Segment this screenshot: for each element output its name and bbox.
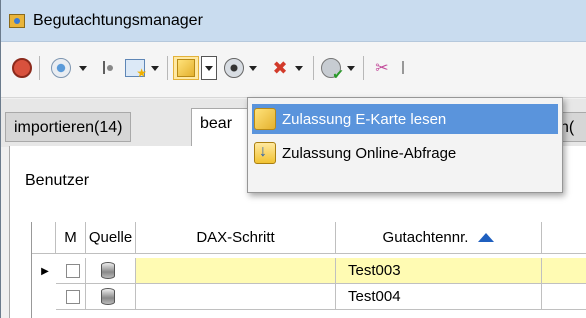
hide-dropdown-arrow[interactable] bbox=[293, 56, 305, 80]
menu-item-e-karte-lesen[interactable]: Zulassung E-Karte lesen bbox=[252, 104, 558, 134]
column-header-extra bbox=[542, 222, 586, 254]
toolbar-separator bbox=[39, 56, 40, 80]
view-icon[interactable] bbox=[47, 56, 75, 80]
sim-card-button[interactable] bbox=[173, 56, 199, 80]
gutachtennr-cell[interactable]: Test003 bbox=[336, 258, 542, 284]
gutachtennr-cell[interactable]: Test004 bbox=[336, 284, 542, 310]
extra-cell[interactable] bbox=[542, 284, 586, 310]
row-checkbox[interactable] bbox=[66, 263, 80, 278]
eye-icon[interactable] bbox=[223, 56, 245, 80]
sim-card-dropdown-arrow[interactable] bbox=[201, 56, 217, 80]
tab-importieren[interactable]: importieren(14) bbox=[5, 112, 132, 142]
sort-ascending-icon bbox=[478, 233, 495, 242]
window-title: Begutachtungsmanager bbox=[33, 12, 203, 29]
user-label: Benutzer bbox=[25, 172, 90, 189]
app-window: Begutachtungsmanager I ★ ✖ ✔ ✂ I importi… bbox=[0, 0, 586, 318]
sim-card-dropdown-menu: Zulassung E-Karte lesen Zulassung Online… bbox=[247, 97, 563, 193]
source-cell bbox=[86, 284, 136, 310]
title-bar: Begutachtungsmanager bbox=[1, 0, 586, 42]
online-query-icon bbox=[254, 142, 276, 164]
row-checkbox[interactable] bbox=[66, 289, 80, 304]
tools-icon[interactable]: ✂ bbox=[371, 56, 393, 80]
checkbox-cell bbox=[56, 258, 86, 284]
sim-card-icon bbox=[254, 108, 276, 130]
hide-icon[interactable]: ✖ bbox=[269, 56, 291, 80]
cursor-text-icon[interactable]: I bbox=[95, 56, 119, 80]
menu-item-label: Zulassung Online-Abfrage bbox=[282, 144, 457, 162]
cancel-icon[interactable] bbox=[11, 56, 33, 80]
view-dropdown-arrow[interactable] bbox=[77, 56, 89, 80]
form-star-icon[interactable]: ★ bbox=[123, 56, 147, 80]
cursor-text-icon-2[interactable]: I bbox=[395, 56, 411, 80]
app-icon bbox=[9, 14, 25, 28]
column-header-m[interactable]: M bbox=[56, 222, 86, 254]
menu-item-label: Zulassung E-Karte lesen bbox=[282, 110, 447, 128]
column-header-dax-schritt[interactable]: DAX-Schritt bbox=[136, 222, 336, 254]
menu-item-online-abfrage[interactable]: Zulassung Online-Abfrage bbox=[252, 138, 558, 168]
toolbar-separator bbox=[313, 56, 314, 80]
dax-schritt-cell[interactable] bbox=[136, 284, 336, 310]
extra-cell[interactable] bbox=[542, 258, 586, 284]
toolbar-separator bbox=[167, 56, 168, 80]
column-header-gutachtennr-label: Gutachtennr. bbox=[382, 229, 469, 246]
column-header-gutachtennr[interactable]: Gutachtennr. bbox=[336, 222, 542, 254]
form-dropdown-arrow[interactable] bbox=[149, 56, 161, 80]
checkbox-cell bbox=[56, 284, 86, 310]
check-view-icon[interactable]: ✔ bbox=[319, 56, 344, 82]
check-dropdown-arrow[interactable] bbox=[345, 56, 357, 80]
grid-row-header bbox=[32, 222, 56, 254]
column-header-quelle[interactable]: Quelle bbox=[86, 222, 136, 254]
current-row-indicator: ▶ bbox=[41, 265, 49, 277]
eye-dropdown-arrow[interactable] bbox=[247, 56, 259, 80]
toolbar-separator bbox=[363, 56, 364, 80]
dax-schritt-cell[interactable] bbox=[136, 258, 336, 284]
source-cell bbox=[86, 258, 136, 284]
database-icon bbox=[101, 288, 115, 305]
database-icon bbox=[101, 262, 115, 279]
